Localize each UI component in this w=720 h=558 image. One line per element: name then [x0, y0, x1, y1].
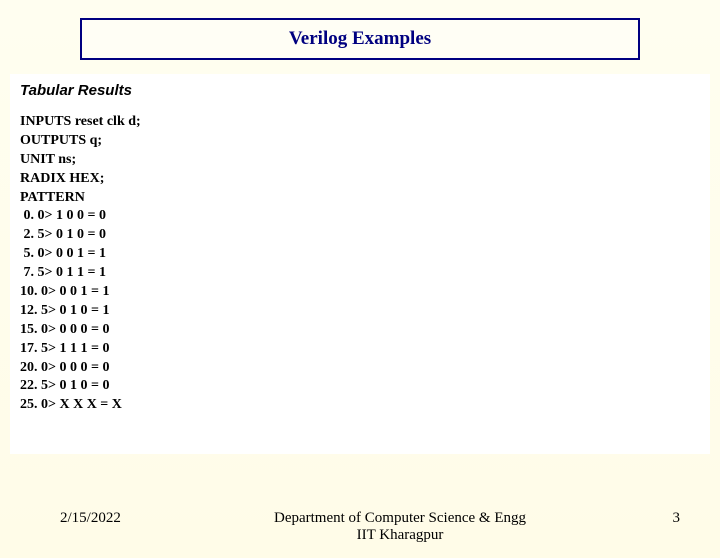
page-title: Verilog Examples: [289, 28, 431, 49]
footer-dept-line2: IIT Kharagpur: [200, 527, 600, 544]
subtitle: Tabular Results: [20, 82, 700, 99]
code-block: INPUTS reset clk d; OUTPUTS q; UNIT ns; …: [20, 113, 700, 415]
footer: 2/15/2022 Department of Computer Science…: [0, 510, 720, 544]
footer-date: 2/15/2022: [60, 510, 180, 527]
title-box: Verilog Examples: [80, 18, 640, 60]
content-area: Tabular Results INPUTS reset clk d; OUTP…: [10, 74, 710, 454]
footer-center: Department of Computer Science & Engg II…: [200, 510, 600, 544]
footer-page: 3: [620, 510, 680, 527]
footer-dept-line1: Department of Computer Science & Engg: [200, 510, 600, 527]
